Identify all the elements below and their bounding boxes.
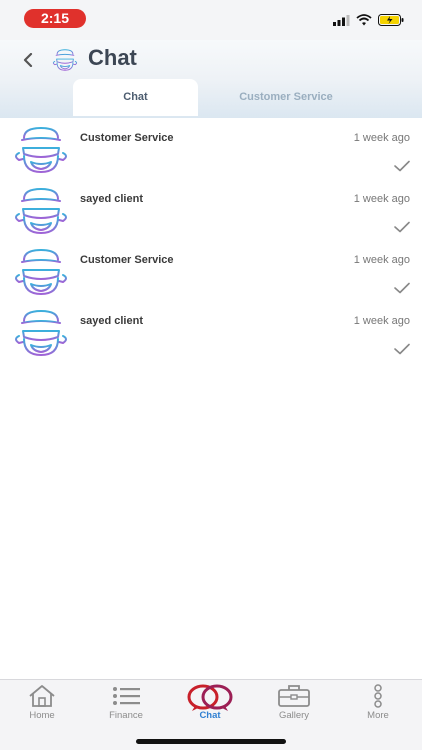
nav-chat-label: Chat xyxy=(199,710,221,721)
header: Chat Chat Customer Service xyxy=(0,40,422,118)
list-icon xyxy=(113,687,140,705)
nav-finance-label: Finance xyxy=(109,710,143,721)
chat-list-item[interactable]: sayed client 1 week ago xyxy=(0,179,422,240)
status-icons xyxy=(333,12,404,28)
nav-home[interactable]: Home xyxy=(7,684,77,728)
chevron-left-icon xyxy=(23,53,33,67)
check-icon xyxy=(394,160,410,172)
tab-customer-service[interactable]: Customer Service xyxy=(222,79,350,116)
chat-name: sayed client xyxy=(80,315,143,327)
chat-time: 1 week ago xyxy=(353,315,410,327)
back-button[interactable] xyxy=(18,50,38,70)
tab-chat[interactable]: Chat xyxy=(73,79,198,116)
nav-finance[interactable]: Finance xyxy=(91,684,161,728)
nav-gallery-label: Gallery xyxy=(278,710,310,721)
chat-time: 1 week ago xyxy=(353,254,410,266)
nav-gallery[interactable]: Gallery xyxy=(259,684,329,728)
cellular-signal-icon xyxy=(333,14,350,26)
wifi-icon xyxy=(356,14,372,26)
user-avatar-icon xyxy=(11,126,71,174)
user-avatar-icon xyxy=(11,187,71,235)
chat-time: 1 week ago xyxy=(353,132,410,144)
home-indicator xyxy=(136,739,286,744)
check-icon xyxy=(394,221,410,233)
chat-rings-icon xyxy=(187,684,233,711)
chat-list-item[interactable]: Customer Service 1 week ago xyxy=(0,118,422,179)
nav-more[interactable]: More xyxy=(343,684,413,728)
user-avatar-icon xyxy=(11,309,71,357)
status-bar: 2:15 xyxy=(0,0,422,40)
user-avatar-icon xyxy=(11,248,71,296)
nav-chat[interactable]: Chat xyxy=(175,684,245,728)
chat-name: Customer Service xyxy=(80,132,174,144)
briefcase-icon xyxy=(278,685,310,707)
chat-list-item[interactable]: sayed client 1 week ago xyxy=(0,301,422,362)
chat-name: sayed client xyxy=(80,193,143,205)
page-title: Chat xyxy=(88,45,137,70)
home-icon xyxy=(29,685,55,707)
chat-name: Customer Service xyxy=(80,254,174,266)
check-icon xyxy=(394,282,410,294)
user-avatar-icon xyxy=(51,48,79,72)
status-time: 2:15 xyxy=(24,9,86,28)
chat-list: Customer Service 1 week ago sayed client… xyxy=(0,118,422,362)
nav-home-label: Home xyxy=(29,710,55,721)
check-icon xyxy=(394,343,410,355)
battery-icon xyxy=(378,14,404,26)
chat-time: 1 week ago xyxy=(353,193,410,205)
nav-more-label: More xyxy=(367,710,389,721)
more-dots-icon xyxy=(374,684,382,708)
chat-list-item[interactable]: Customer Service 1 week ago xyxy=(0,240,422,301)
